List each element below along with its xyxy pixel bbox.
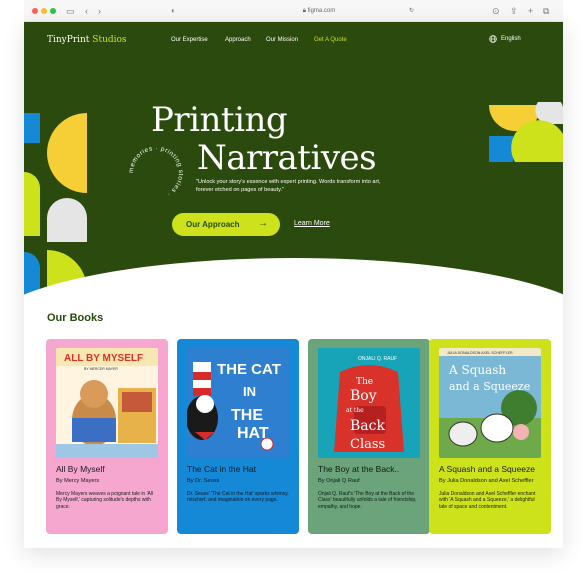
new-tab-icon[interactable]: + [528, 5, 533, 17]
svg-text:and a Squeeze: and a Squeeze [449, 380, 530, 393]
svg-text:memories · printing stories ·: memories · printing stories · [128, 145, 184, 198]
book-title: All By Myself [56, 464, 105, 474]
svg-text:THE: THE [231, 407, 263, 424]
brand-logo[interactable]: TinyPrint Studios [47, 35, 127, 45]
svg-text:Class: Class [350, 437, 385, 452]
close-window-button[interactable] [32, 8, 38, 14]
book-author: By Julia Donaldson and Axel Scheffler [439, 478, 534, 484]
ring-text-badge: memories · printing stories · [128, 145, 184, 198]
cover-title: ALL BY MYSELF [64, 353, 143, 364]
address-bar[interactable]: 🔒︎ figma.com ↻ [224, 5, 414, 17]
books-section-title: Our Books [47, 312, 104, 324]
nav-get-a-quote[interactable]: Get A Quote [314, 37, 347, 43]
svg-text:A Squash: A Squash [448, 363, 506, 377]
web-page: TinyPrint Studios Our Expertise Approach… [24, 22, 563, 548]
our-approach-label: Our Approach [186, 220, 240, 229]
book-title: The Cat in the Hat [187, 464, 256, 474]
browser-toolbar: ▭ ‹ › ◐ 🔒︎ figma.com ↻ ⊙ ⇪ + ⧉ [24, 0, 563, 22]
minimize-window-button[interactable] [41, 8, 47, 14]
hero-title-line1: Printing [151, 100, 288, 140]
book-description: Mercy Mayers weaves a poignant tale in '… [56, 491, 154, 510]
book-description: Julia Donaldson and Axel Scheffler encha… [439, 491, 536, 510]
book-title: A Squash and a Squeeze [439, 464, 535, 474]
book-cover-illustration: ONJALI Q. RAUF The Boy at the Back Class [318, 348, 420, 458]
blue-square-right [489, 136, 513, 162]
book-author: By Mercy Mayers [56, 478, 100, 484]
book-cover: ALL BY MYSELF BY MERCER MAYER [56, 348, 158, 458]
tab-overview-icon[interactable]: ⧉ [543, 5, 549, 17]
yellow-half-circle [47, 113, 87, 193]
svg-text:Back: Back [350, 418, 385, 434]
right-decor-shapes [489, 102, 563, 162]
globe-icon [489, 35, 497, 43]
ring-text: memories · printing stories · [128, 145, 184, 198]
shield-icon[interactable]: ◐ [171, 5, 176, 17]
book-cover: THE CAT IN THE HAT [187, 348, 289, 458]
our-approach-button[interactable]: Our Approach → [172, 213, 280, 236]
nav-our-mission[interactable]: Our Mission [266, 37, 298, 43]
hero-title-line2: Narratives [197, 138, 377, 178]
book-cover-illustration: ALL BY MYSELF BY MERCER MAYER [56, 348, 158, 458]
nav-our-expertise[interactable]: Our Expertise [171, 37, 208, 43]
hero-tagline: "Unlock your story's essence with expert… [196, 179, 381, 193]
language-selector[interactable]: English [489, 35, 521, 43]
lime-quarter [24, 172, 40, 236]
book-card[interactable]: ONJALI Q. RAUF The Boy at the Back Class… [308, 339, 430, 534]
url-text: figma.com [307, 8, 336, 14]
grey-arch [47, 198, 87, 242]
lock-icon: 🔒︎ [302, 8, 306, 14]
learn-more-link[interactable]: Learn More [294, 220, 330, 227]
language-label: English [501, 36, 521, 42]
back-arrow-icon[interactable]: ‹ [85, 5, 88, 17]
book-cover-illustration: THE CAT IN THE HAT [187, 348, 289, 458]
arrow-right-icon: → [258, 218, 268, 229]
svg-text:IN: IN [243, 384, 256, 399]
book-cover: JULIA DONALDSON AXEL SCHEFFLER A Squash … [439, 348, 541, 458]
book-cover-illustration: JULIA DONALDSON AXEL SCHEFFLER A Squash … [439, 348, 541, 458]
book-title: The Boy at the Back.. [318, 464, 400, 474]
cover-author: ONJALI Q. RAUF [358, 356, 397, 362]
book-card[interactable]: ALL BY MYSELF BY MERCER MAYER All By Mys… [46, 339, 168, 534]
cover-author: BY MERCER MAYER [84, 367, 118, 371]
book-card[interactable]: JULIA DONALDSON AXEL SCHEFFLER A Squash … [429, 339, 551, 534]
nav-approach[interactable]: Approach [225, 37, 251, 43]
svg-text:at the: at the [346, 407, 364, 414]
share-icon[interactable]: ⇪ [510, 5, 518, 17]
maximize-window-button[interactable] [50, 8, 56, 14]
book-description: Onjali Q. Rauf's 'The Boy at the Back of… [318, 491, 417, 510]
reload-icon[interactable]: ↻ [409, 5, 414, 17]
book-cover: ONJALI Q. RAUF The Boy at the Back Class [318, 348, 420, 458]
download-icon[interactable]: ⊙ [492, 5, 500, 17]
brand-name: TinyPrint [47, 35, 90, 45]
screenshot-stage: ▭ ‹ › ◐ 🔒︎ figma.com ↻ ⊙ ⇪ + ⧉ TinyPrint… [0, 0, 587, 578]
forward-arrow-icon[interactable]: › [98, 5, 101, 17]
brand-name-accent: Studios [92, 35, 127, 45]
svg-text:Boy: Boy [350, 388, 377, 404]
book-author: By Onjali Q Rauf [318, 478, 360, 484]
book-card[interactable]: THE CAT IN THE HAT The Cat in the Hat By… [177, 339, 299, 534]
svg-text:The: The [356, 377, 373, 387]
blue-shape [24, 113, 40, 143]
cover-author: JULIA DONALDSON AXEL SCHEFFLER [447, 351, 513, 355]
svg-text:THE CAT: THE CAT [217, 361, 281, 378]
sidebar-toggle-icon[interactable]: ▭ [66, 5, 75, 17]
book-author: By Dr. Seuss [187, 478, 220, 484]
svg-text:HAT: HAT [237, 425, 269, 442]
left-decor-shapes [24, 113, 87, 302]
book-description: Dr. Seuss' 'The Cat in the Hat' sparks w… [187, 491, 289, 504]
